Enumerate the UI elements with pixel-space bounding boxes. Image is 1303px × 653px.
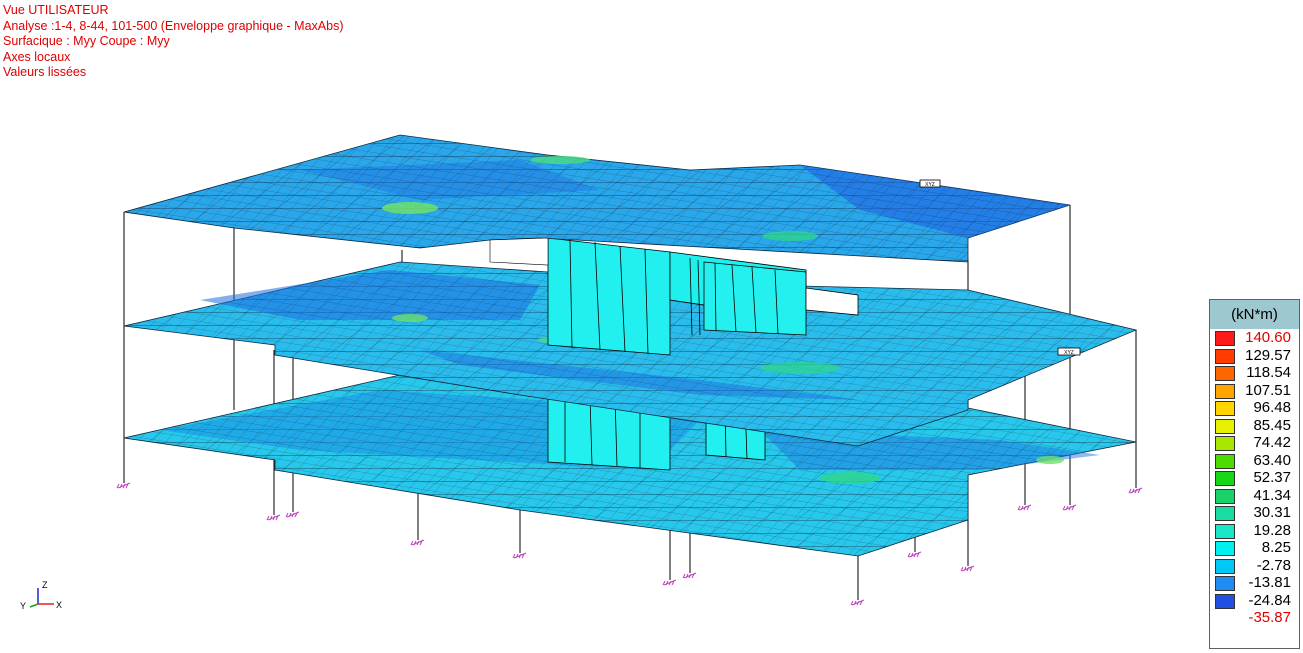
legend-swatch [1215, 401, 1235, 416]
legend-swatch [1215, 593, 1235, 609]
legend-entry: 118.54 [1210, 364, 1299, 382]
legend-value: -2.78 [1256, 556, 1291, 574]
legend-value: 8.25 [1261, 539, 1291, 556]
z-axis-label: Z [42, 580, 48, 590]
legend-entry: 96.48 [1210, 399, 1299, 417]
legend-value: 140.60 [1245, 329, 1291, 346]
legend-value: 52.37 [1253, 469, 1291, 486]
legend-entry: 107.51 [1210, 382, 1299, 400]
legend-value: 85.45 [1253, 416, 1291, 434]
legend-value: 19.28 [1253, 521, 1291, 539]
legend-swatch [1215, 558, 1235, 574]
legend-swatch [1215, 383, 1235, 399]
legend-value: 30.31 [1253, 504, 1291, 521]
legend-value: -13.81 [1248, 574, 1291, 591]
legend-value: 107.51 [1245, 381, 1291, 399]
legend-swatch [1215, 471, 1235, 486]
legend-entry: 8.25 [1210, 539, 1299, 557]
legend-swatch [1215, 576, 1235, 591]
legend-swatch [1215, 348, 1235, 364]
legend-unit: (kN*m) [1210, 300, 1299, 329]
legend-entry: -24.84 [1210, 592, 1299, 610]
legend-entry: 129.57 [1210, 347, 1299, 365]
legend-entry: -13.81 [1210, 574, 1299, 592]
legend-entries: 140.60 129.57 118.54 107.51 96.48 85.45 74.42 6… [1210, 329, 1299, 627]
x-axis-label: X [56, 600, 62, 610]
legend-value: -35.87 [1248, 609, 1291, 626]
legend-value: 63.40 [1253, 451, 1291, 469]
legend-swatch [1215, 331, 1235, 346]
legend-entry: 30.31 [1210, 504, 1299, 522]
legend-entry: -35.87 [1210, 609, 1299, 627]
color-legend[interactable]: (kN*m) 140.60 129.57 118.54 107.51 96.48 85.4… [1209, 299, 1300, 649]
legend-swatch [1215, 506, 1235, 521]
legend-entry: 63.40 [1210, 452, 1299, 470]
legend-entry: 19.28 [1210, 522, 1299, 540]
legend-swatch [1215, 488, 1235, 504]
legend-value: 129.57 [1245, 346, 1291, 364]
legend-value: 96.48 [1253, 399, 1291, 416]
y-axis-line [29, 603, 39, 608]
legend-swatch [1215, 366, 1235, 381]
model-viewport[interactable]: XYZ XYZ [0, 0, 1200, 653]
legend-entry: 52.37 [1210, 469, 1299, 487]
legend-swatch [1215, 436, 1235, 451]
legend-value: -24.84 [1248, 591, 1291, 609]
legend-entry: 41.34 [1210, 487, 1299, 505]
legend-entry: 74.42 [1210, 434, 1299, 452]
legend-swatch [1215, 453, 1235, 469]
legend-entry: 85.45 [1210, 417, 1299, 435]
node-tag-top: XYZ [925, 182, 935, 188]
legend-value: 74.42 [1253, 434, 1291, 451]
legend-entry: -2.78 [1210, 557, 1299, 575]
legend-swatch [1215, 541, 1235, 556]
legend-entry: 140.60 [1210, 329, 1299, 347]
legend-value: 41.34 [1253, 486, 1291, 504]
legend-value: 118.54 [1246, 364, 1291, 381]
axis-triad: Z Y X [20, 580, 62, 611]
legend-swatch [1215, 418, 1235, 434]
node-tag-right: XYZ [1064, 350, 1074, 356]
y-axis-label: Y [20, 601, 26, 611]
legend-swatch [1215, 523, 1235, 539]
